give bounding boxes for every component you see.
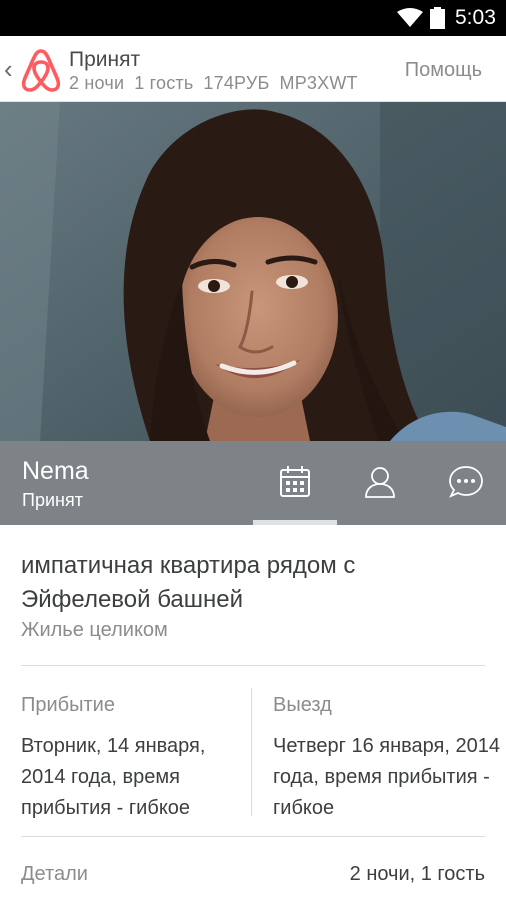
- calendar-icon: [280, 466, 310, 497]
- wifi-icon: [397, 8, 423, 27]
- details-value: 2 ночи, 1 гость: [349, 863, 485, 885]
- airbnb-logo-icon[interactable]: [18, 45, 64, 95]
- person-icon: [365, 467, 395, 498]
- listing-title[interactable]: импатичная квартира рядом с Эйфелевой ба…: [21, 549, 481, 617]
- checkout-label: Выезд: [273, 694, 332, 716]
- battery-icon: [430, 7, 445, 29]
- checkin-value: Вторник, 14 января, 2014 года, время при…: [21, 735, 206, 819]
- details-label: Детали: [21, 863, 88, 885]
- tab-profile[interactable]: [338, 441, 422, 525]
- app-header: ‹ Принят 2 ночи 1 гость 174РУБ MP3XWT Помощ…: [0, 36, 506, 102]
- guest-photo: [0, 102, 506, 441]
- tab-messages[interactable]: [422, 441, 506, 525]
- listing-type: Жилье целиком: [21, 619, 168, 641]
- guest-name: Nema: [22, 457, 89, 485]
- confirmation-code: MP3XWT: [279, 73, 358, 93]
- price: 174РУБ: [203, 73, 270, 93]
- nights-count: 2 ночи: [69, 73, 125, 93]
- guest-bar: Nema Принят: [0, 441, 506, 525]
- help-button[interactable]: Помощь: [405, 59, 482, 81]
- guest-status: Принят: [22, 490, 83, 510]
- checkin-label: Прибытие: [21, 694, 115, 716]
- tab-reservation[interactable]: [253, 441, 337, 525]
- guest-count: 1 гость: [134, 73, 194, 93]
- back-chevron-icon[interactable]: ‹: [4, 56, 18, 82]
- checkout-section: Выезд Четверг 16 января, 2014 года, врем…: [273, 693, 503, 824]
- checkin-section: Прибытие Вторник, 14 января, 2014 года, …: [21, 693, 251, 824]
- chat-bubble-icon: [449, 466, 483, 498]
- checkout-value: Четверг 16 января, 2014 года, время приб…: [273, 735, 500, 819]
- status-time: 5:03: [455, 6, 496, 29]
- status-bar: 5:03: [0, 0, 506, 36]
- reservation-status-title: Принят: [69, 48, 141, 71]
- column-divider: [251, 688, 252, 816]
- active-tab-indicator: [253, 520, 337, 525]
- reservation-summary: 2 ночи 1 гость 174РУБ MP3XWT: [69, 72, 368, 94]
- divider: [21, 665, 485, 666]
- divider: [21, 836, 485, 837]
